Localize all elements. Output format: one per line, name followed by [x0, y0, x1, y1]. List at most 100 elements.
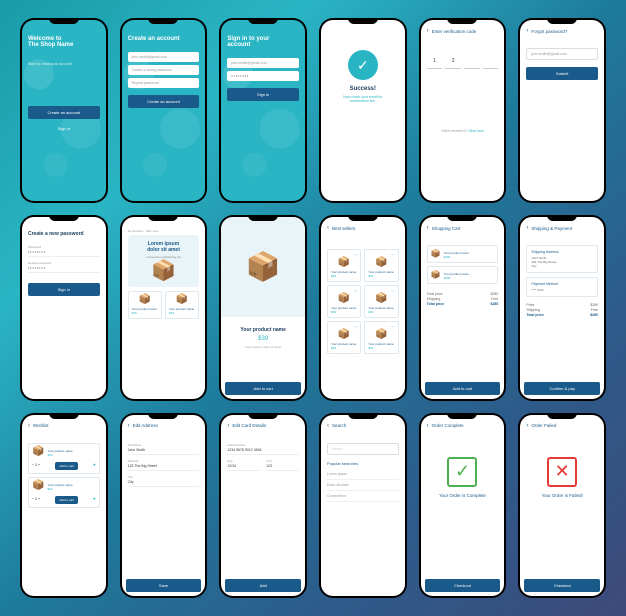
newpass-title: Create a new password [28, 231, 100, 237]
cart-item[interactable]: 📦Your product name$280 [427, 266, 499, 284]
back-icon[interactable]: ‹ [128, 423, 130, 429]
complete-title: Order Complete [432, 423, 464, 428]
failed-msg: Your Order is Failed! [526, 493, 598, 498]
back-icon[interactable]: ‹ [526, 225, 528, 231]
box-icon: 📦 [368, 330, 394, 340]
city-input[interactable]: City [128, 480, 200, 487]
code-digit-2[interactable]: 2 [445, 54, 461, 69]
popular-heading: Popular searches [327, 461, 399, 466]
search-suggestion[interactable]: Lorem ipsum [327, 469, 399, 480]
phone-wishlist: ‹ Wishlist 📦Your product name$39 − 1 + A… [20, 413, 108, 598]
code-digit-1[interactable]: 1 [427, 54, 443, 69]
editcard-title: Edit Card Details [232, 423, 266, 428]
signin-button[interactable]: Sign in [28, 283, 100, 296]
checkout-button[interactable]: Checkout [524, 579, 600, 592]
search-suggestion[interactable]: Dolor sit amet [327, 480, 399, 491]
code-digit-4[interactable] [483, 54, 499, 69]
resend-link[interactable]: Click here [468, 129, 484, 133]
cvv-input[interactable]: 123 [266, 464, 299, 471]
add-to-cart-button[interactable]: Add to cart [225, 382, 301, 395]
product-card[interactable]: 📦Your product name$39 [165, 291, 199, 319]
email-input[interactable]: john.smith@gmail.com [227, 58, 299, 68]
phone-signin: Sign in to your account john.smith@gmail… [219, 18, 307, 203]
breadcrumb[interactable]: All products · Skin care [128, 229, 200, 233]
product-card[interactable]: ♡📦Your product name$39 [327, 321, 361, 354]
product-card[interactable]: ♡📦Your product name$39 [327, 249, 361, 282]
code-digit-3[interactable] [464, 54, 480, 69]
heart-icon[interactable]: ♥ [93, 496, 95, 501]
product-card[interactable]: ♡📦Your product name$39 [364, 285, 398, 318]
exp-input[interactable]: 12/24 [227, 464, 260, 471]
box-icon: 📦 [134, 261, 194, 281]
add-button[interactable]: Add [225, 579, 301, 592]
checkout-button[interactable]: Checkout [425, 579, 501, 592]
welcome-title: Welcome to The Shop Name [28, 36, 100, 48]
password-input[interactable]: •••••••• [28, 250, 100, 257]
save-button[interactable]: Save [126, 579, 202, 592]
cart-item[interactable]: 📦Your product name$280 [427, 245, 499, 263]
email-input[interactable]: john.smith@gmail.com [526, 48, 598, 60]
best-title: Best sellers [332, 226, 355, 231]
password-repeat-input[interactable]: Repeat password [128, 78, 200, 88]
phone-edit-address: ‹ Edit Address Full Name John Smith Addr… [120, 413, 208, 598]
password-input[interactable]: •••••••• [227, 71, 299, 81]
payment-method-card[interactable]: Payment Method **** 1234 [526, 277, 598, 297]
product-card[interactable]: ♡📦Your product name$39 [364, 249, 398, 282]
phone-catalog: All products · Skin care Lorem ipsum dol… [120, 215, 208, 400]
phone-order-complete: ‹ Order Complete ✓ Your Order is Complet… [419, 413, 507, 598]
email-input[interactable]: john.smith@gmail.com [128, 52, 200, 62]
create-account-button[interactable]: Create an account [128, 95, 200, 108]
wishlist-title: Wishlist [33, 423, 49, 428]
back-icon[interactable]: ‹ [327, 225, 329, 231]
back-icon[interactable]: ‹ [227, 423, 229, 429]
signin-title: Sign in to your account [227, 36, 299, 48]
signin-button[interactable]: Sign in [28, 122, 100, 135]
qty-control[interactable]: − 1 + [32, 497, 40, 501]
back-icon[interactable]: ‹ [427, 225, 429, 231]
back-icon[interactable]: ‹ [28, 423, 30, 429]
forgot-title: Forgot password? [531, 29, 567, 34]
phone-search: ‹ Search Search Popular searches Lorem i… [319, 413, 407, 598]
shipping-address-card[interactable]: Shipping Address John Smith 123 The Big … [526, 245, 598, 273]
repeat-input[interactable]: •••••••• [28, 266, 100, 273]
phone-order-failed: ‹ Order Failed ✕ Your Order is Failed! C… [518, 413, 606, 598]
cardnumber-input[interactable]: 1234 5678 9012 3456 [227, 448, 299, 455]
back-icon[interactable]: ‹ [526, 423, 528, 429]
back-icon[interactable]: ‹ [427, 28, 429, 34]
search-input[interactable]: Search [327, 443, 399, 455]
qty-control[interactable]: − 1 + [32, 463, 40, 467]
box-icon: 📦 [32, 481, 44, 491]
heart-icon[interactable]: ♥ [93, 462, 95, 467]
fullname-input[interactable]: John Smith [128, 448, 200, 455]
phone-welcome: Welcome to The Shop Name Start by creati… [20, 18, 108, 203]
repeat-label: Repeat password [28, 261, 100, 265]
back-icon[interactable]: ‹ [327, 423, 329, 429]
password-input[interactable]: Create a strong password [128, 65, 200, 75]
box-icon: 📦 [132, 295, 158, 305]
add-to-cart-button[interactable]: Add to cart [55, 462, 78, 470]
back-icon[interactable]: ‹ [427, 423, 429, 429]
add-to-cart-button[interactable]: Add to cart [55, 496, 78, 504]
signin-button[interactable]: Sign in [227, 88, 299, 101]
failed-title: Order Failed [531, 423, 556, 428]
phone-shipping: ‹ Shipping & Payment Shipping Address Jo… [518, 215, 606, 400]
address-input[interactable]: 123 The Big Street [128, 464, 200, 471]
create-account-button[interactable]: Create an account [28, 106, 100, 119]
phone-success: ✓ Success! Now check your email for conf… [319, 18, 407, 203]
resend-row: Didn't receive it? Click here [427, 129, 499, 133]
checkout-button[interactable]: Add to cart [425, 382, 501, 395]
editaddr-title: Edit Address [133, 423, 158, 428]
box-icon: 📦 [431, 271, 441, 279]
product-card[interactable]: ♡📦Your product name$39 [364, 321, 398, 354]
submit-button[interactable]: Submit [526, 67, 598, 80]
search-suggestion[interactable]: Consectetur [327, 491, 399, 502]
box-icon: 📦 [331, 330, 357, 340]
phone-edit-card: ‹ Edit Card Details Card Number 1234 567… [219, 413, 307, 598]
phone-newpass: Create a new password Password •••••••• … [20, 215, 108, 400]
product-card[interactable]: ♡📦Your product name$39 [327, 285, 361, 318]
catalog-sub: consectetur adipiscing elit [134, 255, 194, 259]
back-icon[interactable]: ‹ [526, 28, 528, 34]
phone-signup: Create an account john.smith@gmail.com C… [120, 18, 208, 203]
product-card[interactable]: 📦Your product name$39 [128, 291, 162, 319]
confirm-pay-button[interactable]: Confirm & pay [524, 382, 600, 395]
